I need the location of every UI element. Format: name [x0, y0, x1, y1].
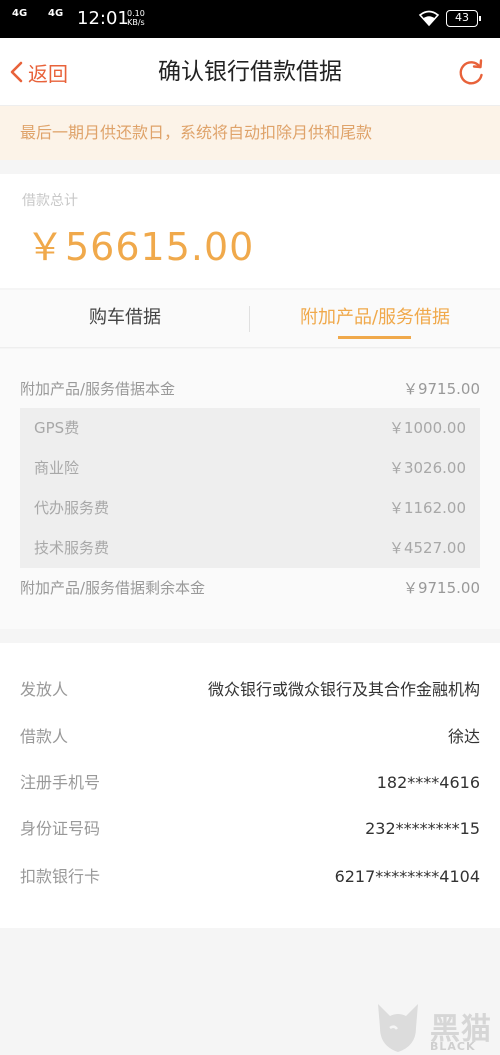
remaining-label: 附加产品/服务借据剩余本金 [20, 579, 206, 597]
refresh-button[interactable] [456, 58, 486, 92]
active-tab-indicator [338, 336, 411, 339]
battery-icon: 43 [446, 10, 481, 27]
fee-breakdown: GPS费 ￥1000.00 商业险 ￥3026.00 代办服务费 ￥1162.0… [20, 408, 480, 568]
page-title: 确认银行借款借据 [158, 59, 342, 85]
wifi-icon [418, 9, 440, 31]
status-bar: 4G 4G 12:01 0.10 KB/s 43 [0, 0, 500, 38]
info-row-id: 身份证号码 232********15 [20, 806, 480, 852]
info-label: 发放人 [20, 680, 69, 699]
clock: 12:01 [77, 8, 129, 29]
remaining-row: 附加产品/服务借据剩余本金 ￥9715.00 [20, 568, 480, 608]
info-value: 6217********4104 [334, 867, 480, 886]
tab-addon-service-loan[interactable]: 附加产品/服务借据 [250, 290, 500, 348]
network-speed: 0.10 KB/s [127, 9, 145, 27]
remaining-value: ￥9715.00 [402, 579, 480, 597]
total-label: 借款总计 [22, 193, 78, 209]
speed-unit: KB/s [127, 18, 145, 27]
fee-row: 代办服务费 ￥1162.00 [34, 488, 466, 528]
info-value: 182****4616 [376, 773, 480, 792]
info-label: 身份证号码 [20, 819, 101, 838]
fee-value: ￥1000.00 [388, 419, 466, 437]
repayment-notice: 最后一期月供还款日，系统将自动扣除月供和尾款 [0, 106, 500, 160]
fee-label: 代办服务费 [34, 499, 110, 517]
fee-value: ￥4527.00 [388, 539, 466, 557]
total-card: 借款总计 ￥56615.00 [0, 174, 500, 288]
info-row-borrower: 借款人 徐达 [20, 714, 480, 760]
info-row-phone: 注册手机号 182****4616 [20, 760, 480, 806]
watermark-subtext: BLACK CAT [430, 1040, 476, 1055]
info-row-bank-card: 扣款银行卡 6217********4104 [20, 854, 480, 900]
fee-row: 技术服务费 ￥4527.00 [34, 528, 466, 568]
info-row-issuer: 发放人 微众银行或微众银行及其合作金融机构 [20, 667, 480, 713]
signal-icon-2: 4G [48, 8, 64, 19]
tab-car-loan[interactable]: 购车借据 [0, 290, 250, 348]
tab-bar: 购车借据 附加产品/服务借据 [0, 290, 500, 348]
info-label: 借款人 [20, 727, 69, 746]
total-amount: ￥56615.00 [26, 225, 255, 269]
cat-logo-icon [378, 1004, 418, 1052]
fee-label: 商业险 [34, 459, 80, 477]
fee-value: ￥3026.00 [388, 459, 466, 477]
signal-icon-1: 4G [12, 8, 28, 19]
fee-label: 技术服务费 [34, 539, 110, 557]
nav-bar: 返回 确认银行借款借据 [0, 38, 500, 106]
info-label: 扣款银行卡 [20, 867, 101, 886]
principal-value: ￥9715.00 [402, 380, 480, 398]
fee-label: GPS费 [34, 419, 80, 437]
info-value: 徐达 [447, 727, 480, 746]
borrower-info: 发放人 微众银行或微众银行及其合作金融机构 借款人 徐达 注册手机号 182**… [0, 643, 500, 928]
speed-value: 0.10 [127, 9, 145, 18]
fee-row: GPS费 ￥1000.00 [34, 408, 466, 448]
refresh-icon [459, 59, 483, 85]
principal-row: 附加产品/服务借据本金 ￥9715.00 [20, 369, 480, 409]
info-value: 微众银行或微众银行及其合作金融机构 [207, 680, 480, 699]
loan-detail: 附加产品/服务借据本金 ￥9715.00 GPS费 ￥1000.00 商业险 ￥… [0, 349, 500, 629]
watermark: 黑猫 BLACK CAT [370, 998, 500, 1055]
fee-value: ￥1162.00 [388, 499, 466, 517]
info-value: 232********15 [365, 819, 480, 838]
principal-label: 附加产品/服务借据本金 [20, 380, 176, 398]
fee-row: 商业险 ￥3026.00 [34, 448, 466, 488]
info-label: 注册手机号 [20, 773, 101, 792]
